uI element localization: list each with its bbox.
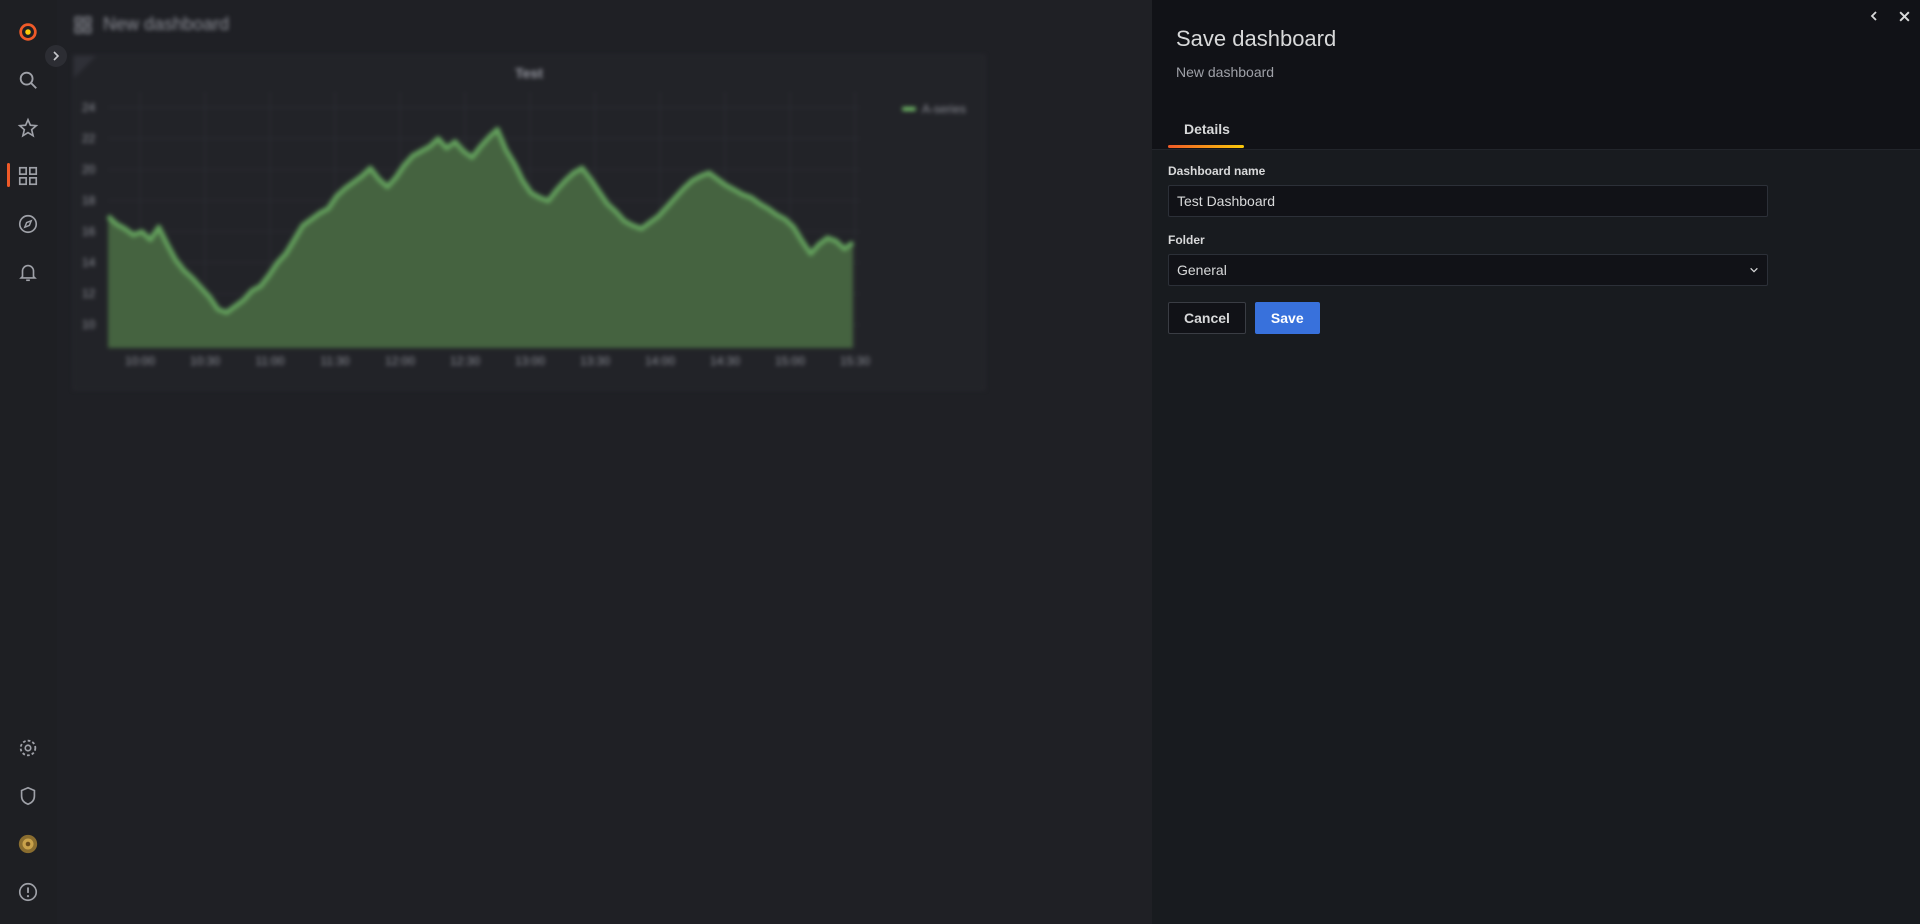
dashboard-name-input[interactable]: Test Dashboard xyxy=(1168,185,1768,217)
y-tick-label: 18 xyxy=(82,194,96,208)
grafana-logo-icon[interactable] xyxy=(15,19,41,45)
x-tick-label: 12:00 xyxy=(385,354,415,368)
dashboards-icon[interactable] xyxy=(15,163,41,189)
explore-icon[interactable] xyxy=(15,211,41,237)
form-actions: Cancel Save xyxy=(1168,302,1768,334)
nav-active-indicator xyxy=(7,163,10,187)
dashboard-backdrop: New dashboard Test A-series 10 12 14 16 18 20… xyxy=(57,0,1152,924)
y-tick-label: 22 xyxy=(82,132,96,146)
folder-select[interactable]: General xyxy=(1168,254,1768,286)
save-button[interactable]: Save xyxy=(1254,302,1320,334)
shield-icon[interactable] xyxy=(15,783,41,809)
drawer-title: Save dashboard xyxy=(1176,26,1337,51)
x-tick-label: 10:30 xyxy=(190,354,220,368)
drawer-subtitle: New dashboard xyxy=(1176,64,1275,80)
y-tick-label: 10 xyxy=(82,318,96,332)
x-tick-label: 13:00 xyxy=(515,354,545,368)
x-tick-label: 11:00 xyxy=(255,354,284,368)
y-tick-label: 12 xyxy=(82,287,96,301)
y-tick-label: 16 xyxy=(82,225,96,239)
side-nav xyxy=(0,0,57,924)
save-form: Dashboard name Test Dashboard Folder Gen… xyxy=(1168,164,1768,334)
folder-field: Folder General xyxy=(1168,233,1768,286)
x-tick-label: 10:00 xyxy=(125,354,155,368)
dashboard-name-field: Dashboard name Test Dashboard xyxy=(1168,164,1768,217)
star-icon[interactable] xyxy=(15,115,41,141)
close-icon xyxy=(1898,10,1910,22)
dashboards-icon xyxy=(74,16,92,33)
x-tick-label: 14:00 xyxy=(645,354,675,368)
alerting-icon[interactable] xyxy=(15,259,41,285)
chevron-right-icon xyxy=(53,51,60,61)
y-tick-label: 14 xyxy=(82,256,96,270)
dashboard-title: New dashboard xyxy=(103,14,230,34)
graph-chart: 10 12 14 16 18 20 22 24 10:00 10:30 11:00 11:30 12:0… xyxy=(82,92,870,368)
tab-active-indicator xyxy=(1168,145,1244,148)
x-tick-label: 14:30 xyxy=(710,354,740,368)
x-tick-label: 15:00 xyxy=(775,354,805,368)
chevron-left-icon xyxy=(1870,11,1877,21)
x-tick-label: 12:30 xyxy=(450,354,480,368)
expand-menu-button[interactable] xyxy=(45,45,67,67)
dashboard-area: New dashboard Test A-series 10 12 14 16 18 20… xyxy=(57,0,1152,924)
help-icon[interactable] xyxy=(15,879,41,905)
dashboard-name-label: Dashboard name xyxy=(1168,164,1266,178)
chevron-down-icon xyxy=(1750,267,1758,273)
x-tick-label: 11:30 xyxy=(320,354,349,368)
tab-details[interactable]: Details xyxy=(1168,118,1246,146)
folder-select-value: General xyxy=(1177,262,1227,278)
y-tick-label: 20 xyxy=(82,163,96,177)
cancel-button[interactable]: Cancel xyxy=(1168,302,1246,334)
save-dashboard-drawer: Save dashboard New dashboard Details Das… xyxy=(1152,0,1920,924)
drawer-header: Save dashboard New dashboard Details xyxy=(1152,0,1920,150)
x-tick-label: 13:30 xyxy=(580,354,610,368)
series-area-fill xyxy=(108,129,853,348)
collapse-drawer-button[interactable] xyxy=(1864,6,1884,26)
graph-panel: Test A-series 10 12 14 16 18 20 22 24 10:00 10:30… xyxy=(73,55,985,390)
close-drawer-button[interactable] xyxy=(1894,6,1914,26)
x-tick-label: 15:30 xyxy=(840,354,870,368)
gear-icon[interactable] xyxy=(15,735,41,761)
user-avatar[interactable] xyxy=(15,831,41,857)
search-icon[interactable] xyxy=(15,67,41,93)
dashboard-header: New dashboard xyxy=(73,14,229,35)
y-tick-label: 24 xyxy=(82,101,96,115)
folder-label: Folder xyxy=(1168,233,1205,247)
